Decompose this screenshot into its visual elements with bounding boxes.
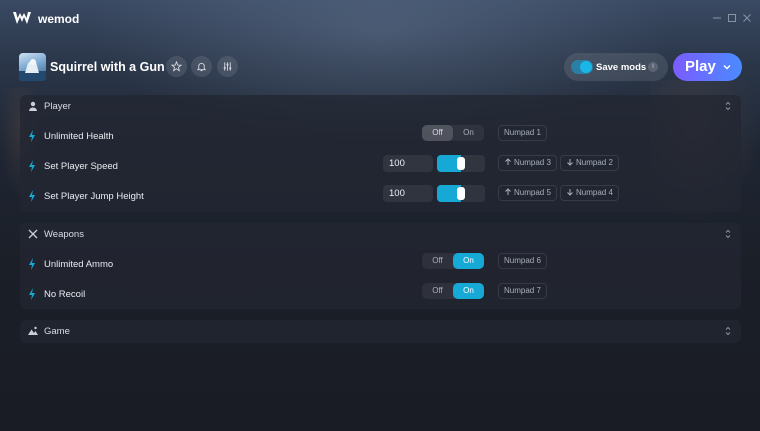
- star-icon: [171, 61, 182, 72]
- hotkey-badge[interactable]: Numpad 1: [498, 125, 547, 141]
- user-icon: [29, 101, 37, 111]
- hotkey-badge[interactable]: Numpad 7: [498, 283, 547, 299]
- close-icon[interactable]: [741, 12, 753, 24]
- no-recoil-toggle[interactable]: Off On: [422, 283, 484, 299]
- mod-row-no-recoil: No Recoil Off On Numpad 7: [20, 280, 741, 308]
- mod-row-unlimited-ammo: Unlimited Ammo Off On Numpad 6: [20, 250, 741, 278]
- hotkey-increase-badge[interactable]: Numpad 3: [498, 155, 557, 171]
- minimize-icon[interactable]: [711, 12, 723, 24]
- section-title: Game: [44, 326, 70, 337]
- arrow-up-icon: [505, 158, 511, 165]
- lightning-bolt-icon: [29, 160, 35, 172]
- slider-handle[interactable]: [457, 187, 465, 200]
- app-name: wemod: [38, 12, 80, 26]
- info-icon[interactable]: i: [648, 62, 658, 72]
- hotkey-label: Numpad 4: [576, 188, 613, 197]
- section-title: Weapons: [44, 229, 84, 240]
- maximize-icon[interactable]: [726, 12, 738, 24]
- notifications-button[interactable]: [191, 56, 212, 77]
- toggle-on-option[interactable]: On: [453, 283, 484, 299]
- toggle-off-option[interactable]: Off: [422, 125, 453, 141]
- hotkey-decrease-badge[interactable]: Numpad 2: [560, 155, 619, 171]
- game-title: Squirrel with a Gun: [50, 60, 165, 74]
- mod-name: Set Player Speed: [44, 161, 118, 172]
- toggle-on-option[interactable]: On: [453, 125, 484, 141]
- lightning-bolt-icon: [29, 130, 35, 142]
- lightning-bolt-icon: [29, 288, 35, 300]
- section-title: Player: [44, 101, 71, 112]
- mod-row-set-player-speed: Set Player Speed 100 Numpad 3 Numpad 2: [20, 152, 741, 180]
- title-bar: wemod: [0, 0, 760, 38]
- save-mods-button[interactable]: Save mods i: [564, 53, 668, 81]
- unlimited-ammo-toggle[interactable]: Off On: [422, 253, 484, 269]
- mod-name: Set Player Jump Height: [44, 191, 144, 202]
- mod-name: No Recoil: [44, 289, 86, 300]
- hotkey-label: Numpad 5: [514, 188, 551, 197]
- player-speed-value-input[interactable]: 100: [383, 155, 433, 172]
- section-game: Game: [20, 320, 741, 343]
- mod-name: Unlimited Ammo: [44, 259, 114, 270]
- lightning-bolt-icon: [29, 190, 35, 202]
- arrow-down-icon: [567, 159, 573, 166]
- bell-icon: [196, 62, 207, 72]
- slider-handle[interactable]: [457, 157, 465, 170]
- toggle-off-option[interactable]: Off: [422, 253, 453, 269]
- mod-row-unlimited-health: Unlimited Health Off On Numpad 1: [20, 122, 741, 150]
- mod-settings-button[interactable]: [217, 56, 238, 77]
- jump-height-value-input[interactable]: 100: [383, 185, 433, 202]
- expand-collapse-icon[interactable]: [725, 100, 731, 112]
- sliders-icon: [223, 62, 232, 71]
- section-header-player[interactable]: Player: [20, 95, 741, 117]
- play-label: Play: [685, 58, 716, 75]
- favorite-button[interactable]: [166, 56, 187, 77]
- section-header-game[interactable]: Game: [20, 320, 741, 342]
- hotkey-badge[interactable]: Numpad 6: [498, 253, 547, 269]
- landscape-icon: [28, 326, 38, 335]
- expand-collapse-icon[interactable]: [725, 228, 731, 240]
- hotkey-decrease-badge[interactable]: Numpad 4: [560, 185, 619, 201]
- play-button[interactable]: Play: [673, 53, 742, 81]
- save-mods-label: Save mods: [596, 62, 647, 73]
- mod-name: Unlimited Health: [44, 131, 114, 142]
- section-weapons: Weapons Unlimited Ammo Off On Numpad 6 N…: [20, 223, 741, 309]
- hotkey-increase-badge[interactable]: Numpad 5: [498, 185, 557, 201]
- expand-collapse-icon[interactable]: [725, 325, 731, 337]
- jump-height-slider[interactable]: [437, 185, 485, 202]
- save-mods-toggle[interactable]: [571, 60, 593, 74]
- player-speed-slider[interactable]: [437, 155, 485, 172]
- section-player: Player Unlimited Health Off On Numpad 1 …: [20, 95, 741, 212]
- hotkey-label: Numpad 2: [576, 158, 613, 167]
- wemod-logo-icon: [13, 12, 31, 24]
- lightning-bolt-icon: [29, 258, 35, 270]
- arrow-up-icon: [505, 188, 511, 195]
- arrow-down-icon: [567, 189, 573, 196]
- crossed-swords-icon: [28, 229, 38, 239]
- chevron-down-icon[interactable]: [722, 62, 732, 72]
- hotkey-label: Numpad 3: [514, 158, 551, 167]
- mod-row-set-player-jump-height: Set Player Jump Height 100 Numpad 5 Nump…: [20, 182, 741, 210]
- section-header-weapons[interactable]: Weapons: [20, 223, 741, 245]
- toggle-off-option[interactable]: Off: [422, 283, 453, 299]
- unlimited-health-toggle[interactable]: Off On: [422, 125, 484, 141]
- game-thumbnail: [19, 53, 46, 81]
- toggle-on-option[interactable]: On: [453, 253, 484, 269]
